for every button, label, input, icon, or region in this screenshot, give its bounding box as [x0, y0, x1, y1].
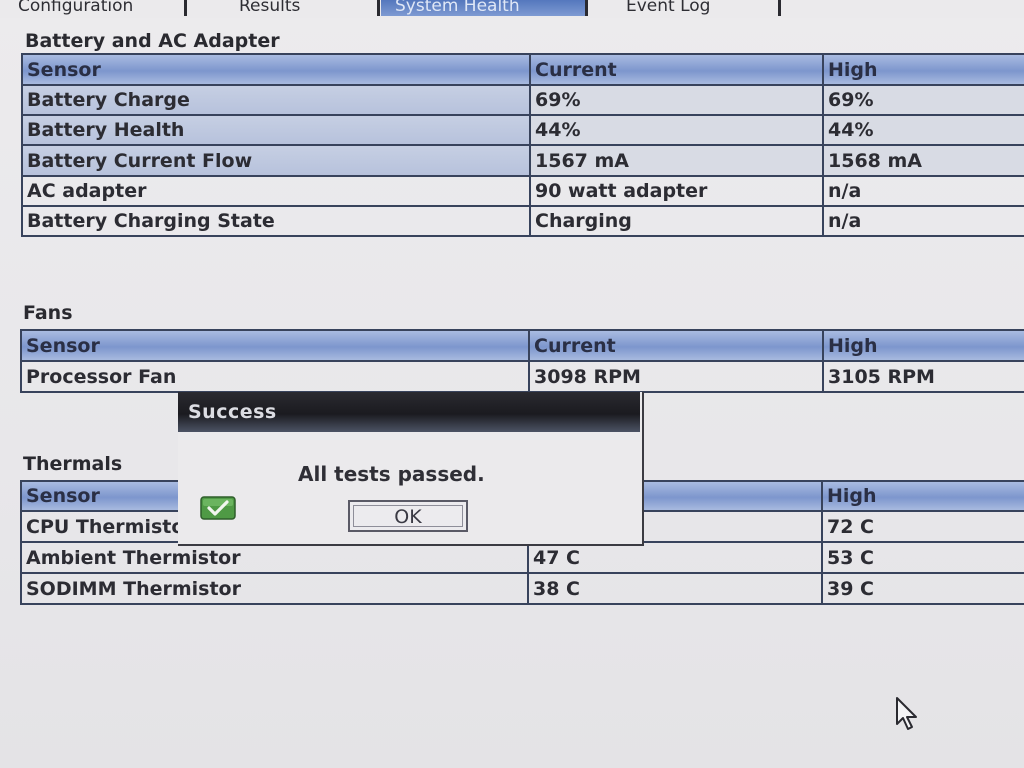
current-cell: 90 watt adapter — [529, 175, 824, 207]
current-cell: 1567 mA — [529, 144, 824, 177]
high-cell: n/a — [822, 205, 1024, 237]
column-header[interactable]: High — [821, 480, 1024, 512]
high-cell: 44% — [822, 114, 1024, 146]
current-cell: 38 C — [527, 572, 823, 605]
table-row[interactable]: Battery Health 44% 44% — [21, 114, 1024, 146]
ok-button[interactable]: OK — [348, 500, 468, 532]
column-header[interactable]: Current — [529, 53, 824, 86]
screen: Configuration Results System Health Even… — [0, 0, 1024, 768]
high-cell: 39 C — [821, 572, 1024, 605]
dialog-titlebar[interactable]: Success — [178, 392, 640, 432]
tab-system-health[interactable]: System Health — [381, 0, 586, 16]
column-header[interactable]: High — [822, 329, 1024, 362]
table-header-row: Sensor Current High — [20, 329, 1024, 362]
table-row[interactable]: Battery Charge 69% 69% — [21, 84, 1024, 116]
sensor-cell: Processor Fan — [20, 360, 530, 393]
sensor-cell: Battery Current Flow — [21, 144, 531, 177]
sensor-cell: Battery Health — [21, 114, 531, 146]
tab-separator — [377, 0, 380, 16]
checkmark-icon — [200, 496, 236, 520]
tab-configuration[interactable]: Configuration — [0, 0, 186, 16]
fans-section-title: Fans — [23, 302, 73, 324]
tab-separator — [778, 0, 781, 16]
sensor-cell: Battery Charging State — [21, 205, 531, 237]
column-header[interactable]: Current — [528, 329, 824, 362]
table-row[interactable]: SODIMM Thermistor 38 C 39 C — [20, 572, 1024, 605]
column-header[interactable]: Sensor — [20, 329, 530, 362]
fans-table: Sensor Current High Processor Fan 3098 R… — [20, 329, 1024, 393]
table-row[interactable]: Processor Fan 3098 RPM 3105 RPM — [20, 360, 1024, 393]
mouse-cursor-icon — [895, 696, 921, 732]
ok-button-label: OK — [353, 505, 463, 528]
high-cell: 69% — [822, 84, 1024, 116]
tab-bar: Configuration Results System Health Even… — [0, 0, 1024, 18]
dialog-message: All tests passed. — [298, 462, 485, 486]
battery-section-title: Battery and AC Adapter — [25, 30, 280, 52]
dialog-title: Success — [188, 401, 277, 423]
current-cell: Charging — [529, 205, 824, 237]
current-cell: 69% — [529, 84, 824, 116]
current-cell: 3098 RPM — [528, 360, 824, 393]
column-header[interactable]: Sensor — [21, 53, 531, 86]
sensor-cell: Ambient Thermistor — [20, 541, 529, 574]
sensor-cell: SODIMM Thermistor — [20, 572, 529, 605]
column-header[interactable]: High — [822, 53, 1024, 86]
tab-results[interactable]: Results — [187, 0, 379, 16]
table-header-row: Sensor Current High — [21, 53, 1024, 86]
high-cell: 72 C — [821, 510, 1024, 543]
success-dialog: Success All tests passed. OK — [178, 392, 644, 546]
high-cell: 53 C — [821, 541, 1024, 574]
table-row[interactable]: AC adapter 90 watt adapter n/a — [21, 175, 1024, 207]
thermals-section-title: Thermals — [23, 453, 123, 475]
high-cell: 3105 RPM — [822, 360, 1024, 393]
high-cell: 1568 mA — [822, 144, 1024, 177]
sensor-cell: Battery Charge — [21, 84, 531, 116]
table-row[interactable]: Ambient Thermistor 47 C 53 C — [20, 541, 1024, 574]
battery-table: Sensor Current High Battery Charge 69% 6… — [21, 53, 1024, 237]
current-cell: 44% — [529, 114, 824, 146]
current-cell: 47 C — [527, 541, 823, 574]
table-row[interactable]: Battery Current Flow 1567 mA 1568 mA — [21, 144, 1024, 177]
high-cell: n/a — [822, 175, 1024, 207]
sensor-cell: AC adapter — [21, 175, 531, 207]
tab-event-log[interactable]: Event Log — [588, 0, 778, 16]
table-row[interactable]: Battery Charging State Charging n/a — [21, 205, 1024, 237]
